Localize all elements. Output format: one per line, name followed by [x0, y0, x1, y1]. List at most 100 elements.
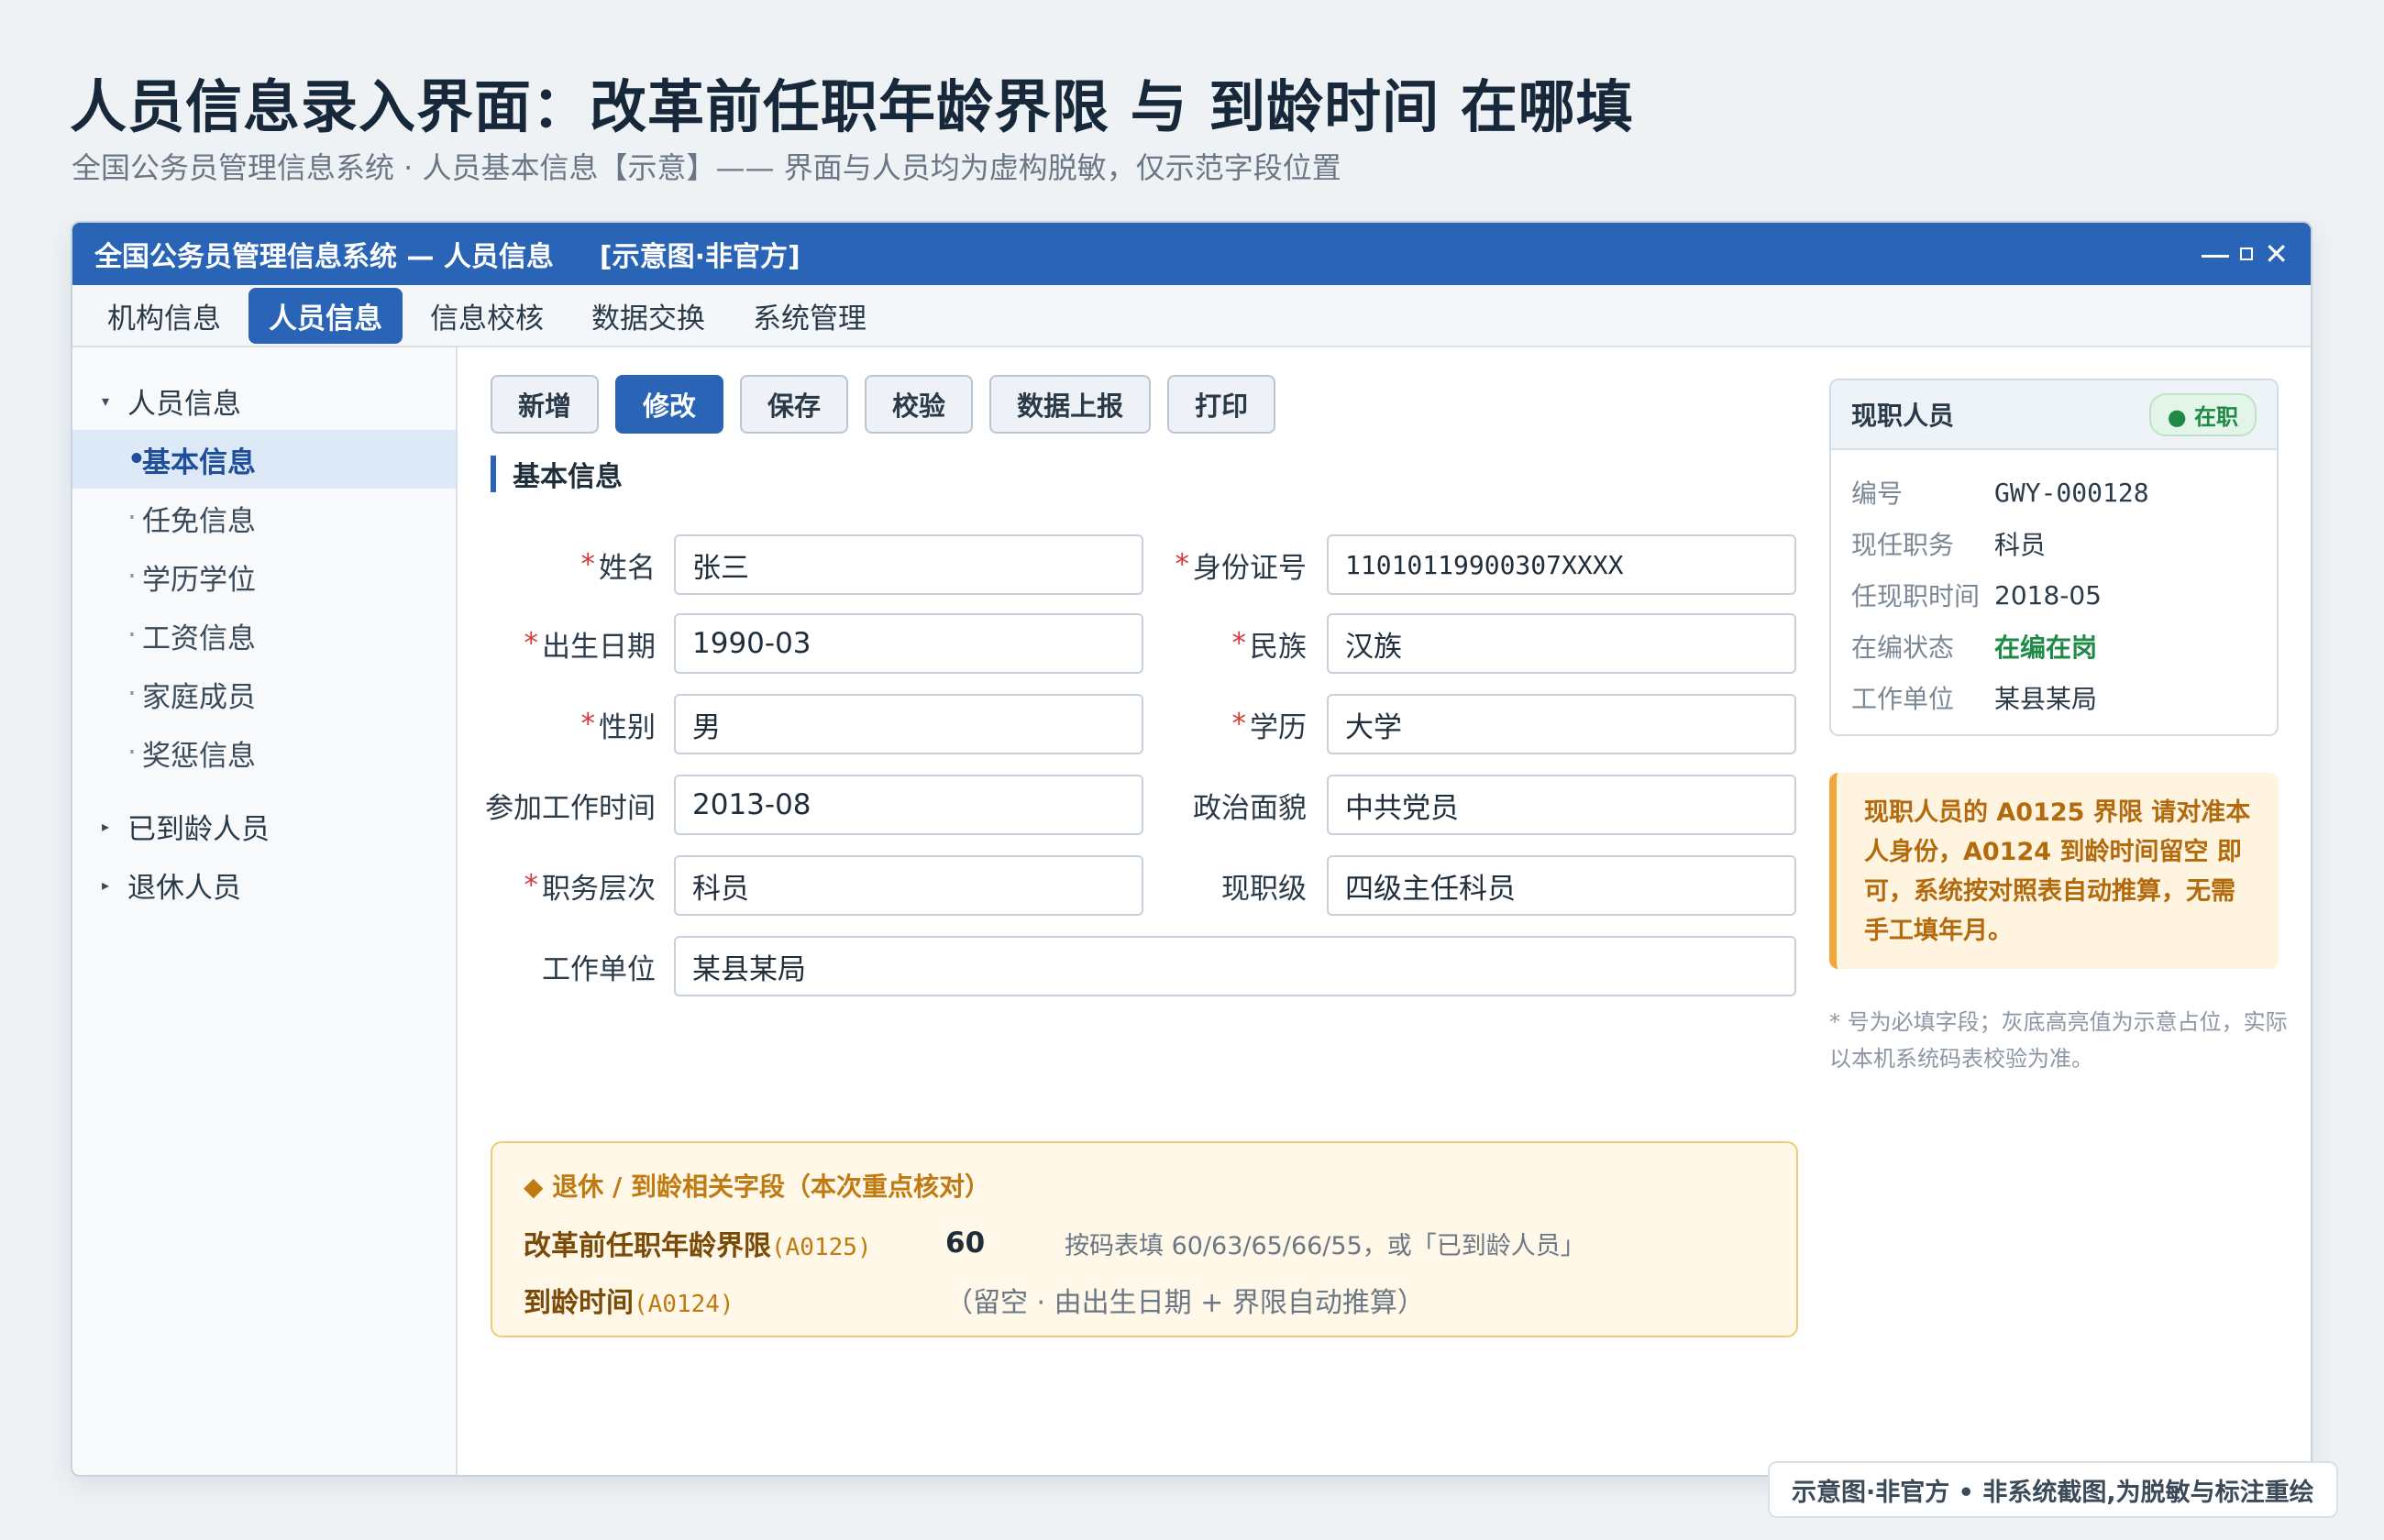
retire-fields-box: ◆ 退休 / 到龄相关字段（本次重点核对） 改革前任职年龄界限(A0125) 6… — [491, 1141, 1798, 1337]
add-button[interactable]: 新增 — [491, 375, 600, 434]
minimize-icon[interactable] — [2202, 251, 2230, 258]
age-limit-field[interactable]: 60 — [945, 1226, 985, 1260]
menu-org-info[interactable]: 机构信息 — [87, 288, 241, 344]
menu-bar: 机构信息 人员信息 信息校核 数据交换 系统管理 — [72, 285, 2311, 347]
status-card-title: 现职人员 — [1851, 401, 1955, 431]
age-limit-code: (A0125) — [771, 1234, 872, 1261]
required-mark: * — [524, 627, 539, 660]
caret-right-icon: ▸ — [102, 875, 110, 894]
caret-right-icon: ▸ — [102, 817, 110, 835]
window-titlebar: 全国公务员管理信息系统 — 人员信息 [示意图·非官方] ✕ — [72, 223, 2311, 285]
rank-field[interactable]: 四级主任科员 — [1327, 855, 1796, 916]
sidebar-tree: ▾ 人员信息 • 基本信息 · 任免信息 · 学历学位 · 工资信息 · 家庭成… — [72, 347, 458, 1475]
age-limit-label: 改革前任职年龄界限(A0125) — [524, 1230, 872, 1262]
tree-group-retired[interactable]: ▸ 退休人员 — [72, 855, 456, 914]
ethnicity-field[interactable]: 汉族 — [1327, 613, 1796, 674]
validate-button[interactable]: 校验 — [865, 375, 974, 434]
save-button[interactable]: 保存 — [740, 375, 849, 434]
required-mark: * — [1175, 548, 1190, 581]
name-label: * 姓名 — [580, 548, 657, 585]
unit-label: 工作单位 — [542, 952, 656, 986]
form-row: * 姓名 张三 * 身份证号 11010119900307XXXX — [491, 534, 1871, 595]
section-title: 基本信息 — [491, 456, 623, 493]
edit-button[interactable]: 修改 — [615, 375, 724, 434]
form-row: 参加工作时间 2013-08 政治面貌 中共党员 — [485, 775, 1871, 835]
tree-item-appointment[interactable]: · 任免信息 — [72, 489, 456, 547]
form-row: * 性别 男 * 学历 大学 — [491, 694, 1871, 754]
window-title: 全国公务员管理信息系统 — 人员信息 — [94, 241, 554, 273]
due-time-field[interactable]: （留空 · 由出生日期 + 界限自动推算） — [945, 1280, 1425, 1320]
status-badge: ● 在职 — [2148, 392, 2257, 436]
close-icon[interactable]: ✕ — [2264, 239, 2289, 269]
print-button[interactable]: 打印 — [1167, 375, 1276, 434]
tree-group-person-info[interactable]: ▾ 人员信息 — [72, 371, 456, 430]
required-mark: * — [580, 548, 596, 581]
required-mark: * — [1231, 627, 1247, 660]
tree-item-education[interactable]: · 学历学位 — [72, 547, 456, 606]
bullet-icon: · — [127, 677, 137, 710]
education-field[interactable]: 大学 — [1327, 694, 1796, 754]
work-start-label: 参加工作时间 — [485, 791, 656, 825]
bullet-icon: • — [127, 443, 146, 476]
tree-item-label: 家庭成员 — [142, 680, 256, 714]
footnote: * 号为必填字段；灰底高亮值为示意占位，实际以本机系统码表校验为准。 — [1829, 1009, 2288, 1072]
id-number-label: * 身份证号 — [1175, 548, 1308, 585]
toolbar: 新增 修改 保存 校验 数据上报 打印 — [491, 375, 1276, 434]
gender-label: * 性别 — [580, 708, 657, 744]
unit-field[interactable]: 某县某局 — [674, 936, 1796, 996]
tree-group-retired-age[interactable]: ▸ 已到龄人员 — [72, 797, 456, 855]
menu-person-info[interactable]: 人员信息 — [248, 287, 403, 344]
form-row: * 职务层次 科员 现职级 四级主任科员 — [491, 855, 1871, 916]
age-limit-row: 改革前任职年龄界限(A0125) 60 按码表填 60/63/65/66/55，… — [524, 1220, 1771, 1266]
bullet-icon: · — [127, 501, 137, 534]
tree-item-label: 学历学位 — [142, 563, 256, 597]
main-area: ▾ 人员信息 • 基本信息 · 任免信息 · 学历学位 · 工资信息 · 家庭成… — [72, 347, 2311, 1475]
required-mark: * — [580, 708, 596, 741]
warning-note: 现职人员的 A0125 界限 请对准本人身份，A0124 到龄时间留空 即可，系… — [1829, 773, 2279, 969]
form-row: 工作单位 某县某局 — [491, 936, 1871, 996]
tree-item-family[interactable]: · 家庭成员 — [72, 665, 456, 723]
form-row: * 出生日期 1990-03 * 民族 汉族 — [491, 613, 1871, 674]
tree-item-salary[interactable]: · 工资信息 — [72, 606, 456, 665]
menu-system-admin[interactable]: 系统管理 — [733, 288, 887, 344]
tree-item-label: 奖惩信息 — [142, 739, 256, 773]
page-title: 人员信息录入界面：改革前任职年龄界限 与 到龄时间 在哪填 — [70, 73, 1634, 140]
id-number-field[interactable]: 11010119900307XXXX — [1327, 534, 1796, 595]
post-level-label: * 职务层次 — [524, 869, 657, 906]
window-controls: ✕ — [2202, 239, 2289, 269]
card-row: 现任职务 科员 — [1851, 530, 2047, 560]
post-level-field[interactable]: 科员 — [674, 855, 1143, 916]
required-mark: * — [1231, 708, 1247, 741]
caret-down-icon: ▾ — [102, 391, 110, 410]
political-field[interactable]: 中共党员 — [1327, 775, 1796, 835]
gender-field[interactable]: 男 — [674, 694, 1143, 754]
upload-button[interactable]: 数据上报 — [989, 375, 1152, 434]
name-field[interactable]: 张三 — [674, 534, 1143, 595]
app-window: 全国公务员管理信息系统 — 人员信息 [示意图·非官方] ✕ 机构信息 人员信息… — [71, 221, 2312, 1477]
work-start-field[interactable]: 2013-08 — [674, 775, 1143, 835]
bullet-icon: · — [127, 736, 137, 769]
menu-data-exchange[interactable]: 数据交换 — [571, 288, 725, 344]
political-label: 政治面貌 — [1193, 791, 1307, 825]
tree-item-rewards[interactable]: · 奖惩信息 — [72, 723, 456, 782]
card-row: 工作单位 某县某局 — [1851, 684, 2098, 714]
tree-group-label: 人员信息 — [127, 387, 241, 421]
tree-item-label: 任免信息 — [142, 504, 256, 538]
birth-label: * 出生日期 — [524, 627, 657, 664]
bullet-icon: · — [127, 560, 137, 593]
tree-item-basic-info[interactable]: • 基本信息 — [72, 430, 456, 489]
menu-info-check[interactable]: 信息校核 — [410, 288, 564, 344]
tree-group-label: 退休人员 — [127, 871, 241, 905]
disclaimer-badge: 示意图·非官方 • 非系统截图,为脱敏与标注重绘 — [1768, 1461, 2338, 1518]
due-time-label: 到龄时间(A0124) — [524, 1287, 734, 1319]
tree-item-label: 工资信息 — [142, 622, 256, 655]
window-tag: [示意图·非官方] — [599, 241, 800, 273]
bullet-icon: · — [127, 619, 137, 652]
birth-field[interactable]: 1990-03 — [674, 613, 1143, 674]
maximize-icon[interactable] — [2240, 248, 2254, 260]
card-row: 任现职时间 2018-05 — [1851, 579, 2102, 612]
tree-item-label: 基本信息 — [142, 446, 256, 479]
retire-box-title: ◆ 退休 / 到龄相关字段（本次重点核对） — [524, 1172, 991, 1202]
required-mark: * — [524, 869, 539, 902]
warning-note-text: 现职人员的 A0125 界限 请对准本人身份，A0124 到龄时间留空 即可，系… — [1864, 798, 2251, 945]
